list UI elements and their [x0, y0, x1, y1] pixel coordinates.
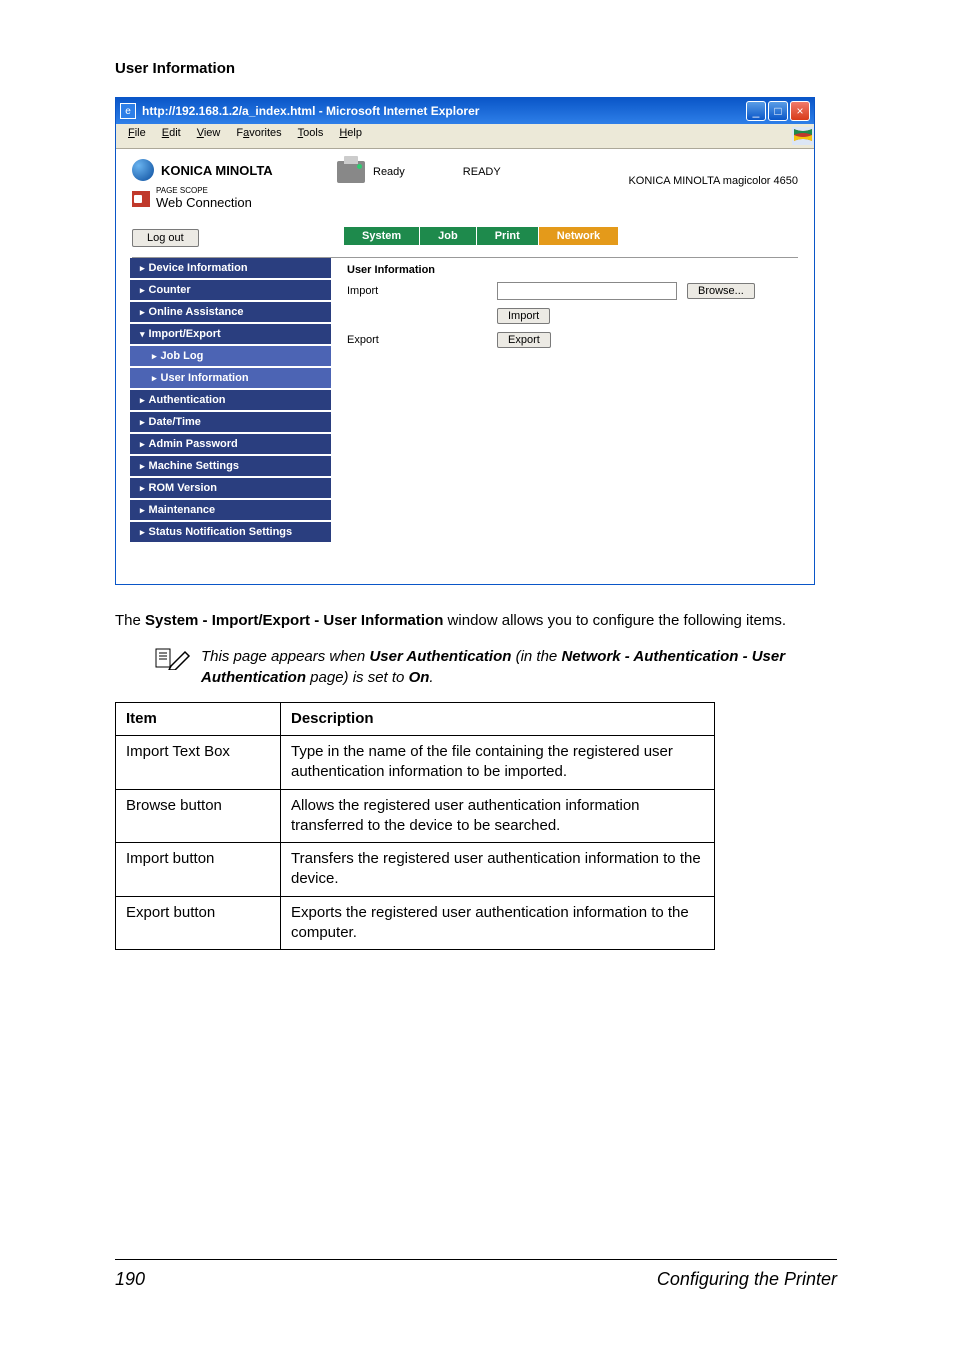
note-text: This page appears when User Authenticati…	[201, 646, 839, 688]
menu-help[interactable]: Help	[333, 127, 368, 145]
tab-print[interactable]: Print	[477, 227, 539, 245]
konica-minolta-logo: KONICA MINOLTA	[132, 159, 337, 181]
sidebar-item-counter[interactable]: Counter	[130, 280, 331, 300]
browse-button[interactable]: Browse...	[687, 283, 755, 299]
logout-button[interactable]: Log out	[132, 229, 199, 247]
titlebar-text: http://192.168.1.2/a_index.html - Micros…	[142, 104, 746, 118]
menu-edit[interactable]: Edit	[156, 127, 187, 145]
pagescope-icon	[132, 191, 150, 207]
sidebar-item-authentication[interactable]: Authentication	[130, 390, 331, 410]
table-row: Browse button Allows the registered user…	[116, 789, 715, 843]
minimize-button[interactable]: _	[746, 101, 766, 121]
content-panel: User Information Import Browse... Import…	[331, 258, 814, 544]
sidebar: Device Information Counter Online Assist…	[116, 258, 331, 544]
status-ready-label: READY	[463, 166, 501, 178]
sidebar-item-admin-password[interactable]: Admin Password	[130, 434, 331, 454]
menu-favorites[interactable]: Favorites	[230, 127, 287, 145]
sidebar-item-online-assistance[interactable]: Online Assistance	[130, 302, 331, 322]
table-row: Import button Transfers the registered u…	[116, 843, 715, 897]
sidebar-item-maintenance[interactable]: Maintenance	[130, 500, 331, 520]
printer-icon	[337, 161, 365, 183]
tab-system[interactable]: System	[344, 227, 420, 245]
export-label: Export	[347, 334, 487, 346]
browser-window: e http://192.168.1.2/a_index.html - Micr…	[115, 97, 815, 585]
export-button[interactable]: Export	[497, 332, 551, 348]
description-table: Item Description Import Text Box Type in…	[115, 702, 715, 950]
body-paragraph: The System - Import/Export - User Inform…	[115, 610, 839, 632]
table-row: Export button Exports the registered use…	[116, 896, 715, 950]
tab-network[interactable]: Network	[539, 227, 619, 245]
table-header-description: Description	[281, 702, 715, 735]
import-text-box[interactable]	[497, 282, 677, 300]
titlebar: e http://192.168.1.2/a_index.html - Micr…	[116, 98, 814, 124]
km-globe-icon	[132, 159, 154, 181]
status-text: Ready	[373, 166, 405, 178]
tab-bar: System Job Print Network	[116, 227, 814, 245]
note: This page appears when User Authenticati…	[155, 646, 839, 688]
sidebar-item-job-log[interactable]: Job Log	[130, 346, 331, 366]
menubar: File Edit View Favorites Tools Help	[116, 124, 814, 149]
import-label: Import	[347, 285, 487, 297]
tab-job[interactable]: Job	[420, 227, 477, 245]
menu-file[interactable]: File	[122, 127, 152, 145]
menu-tools[interactable]: Tools	[292, 127, 330, 145]
table-row: Import Text Box Type in the name of the …	[116, 736, 715, 790]
footer-title: Configuring the Printer	[657, 1269, 837, 1290]
ie-icon: e	[120, 103, 136, 119]
footer: 190 Configuring the Printer	[115, 1269, 837, 1290]
sidebar-item-rom-version[interactable]: ROM Version	[130, 478, 331, 498]
section-heading: User Information	[115, 60, 839, 77]
sidebar-item-date-time[interactable]: Date/Time	[130, 412, 331, 432]
maximize-button[interactable]: □	[768, 101, 788, 121]
panel-title: User Information	[347, 264, 798, 276]
ie-flag-icon	[786, 127, 808, 145]
footer-divider	[115, 1259, 837, 1260]
model-label: KONICA MINOLTA magicolor 4650	[628, 159, 798, 187]
sidebar-item-machine-settings[interactable]: Machine Settings	[130, 456, 331, 476]
close-button[interactable]: ×	[790, 101, 810, 121]
note-icon	[155, 646, 191, 674]
pagescope-logo: PAGE SCOPEWeb Connection	[132, 187, 337, 210]
sidebar-item-user-information[interactable]: User Information	[130, 368, 331, 388]
sidebar-item-import-export[interactable]: Import/Export	[130, 324, 331, 344]
menu-view[interactable]: View	[191, 127, 227, 145]
sidebar-item-device-information[interactable]: Device Information	[130, 258, 331, 278]
table-header-item: Item	[116, 702, 281, 735]
import-button[interactable]: Import	[497, 308, 550, 324]
page-number: 190	[115, 1269, 145, 1290]
sidebar-item-status-notification[interactable]: Status Notification Settings	[130, 522, 331, 542]
